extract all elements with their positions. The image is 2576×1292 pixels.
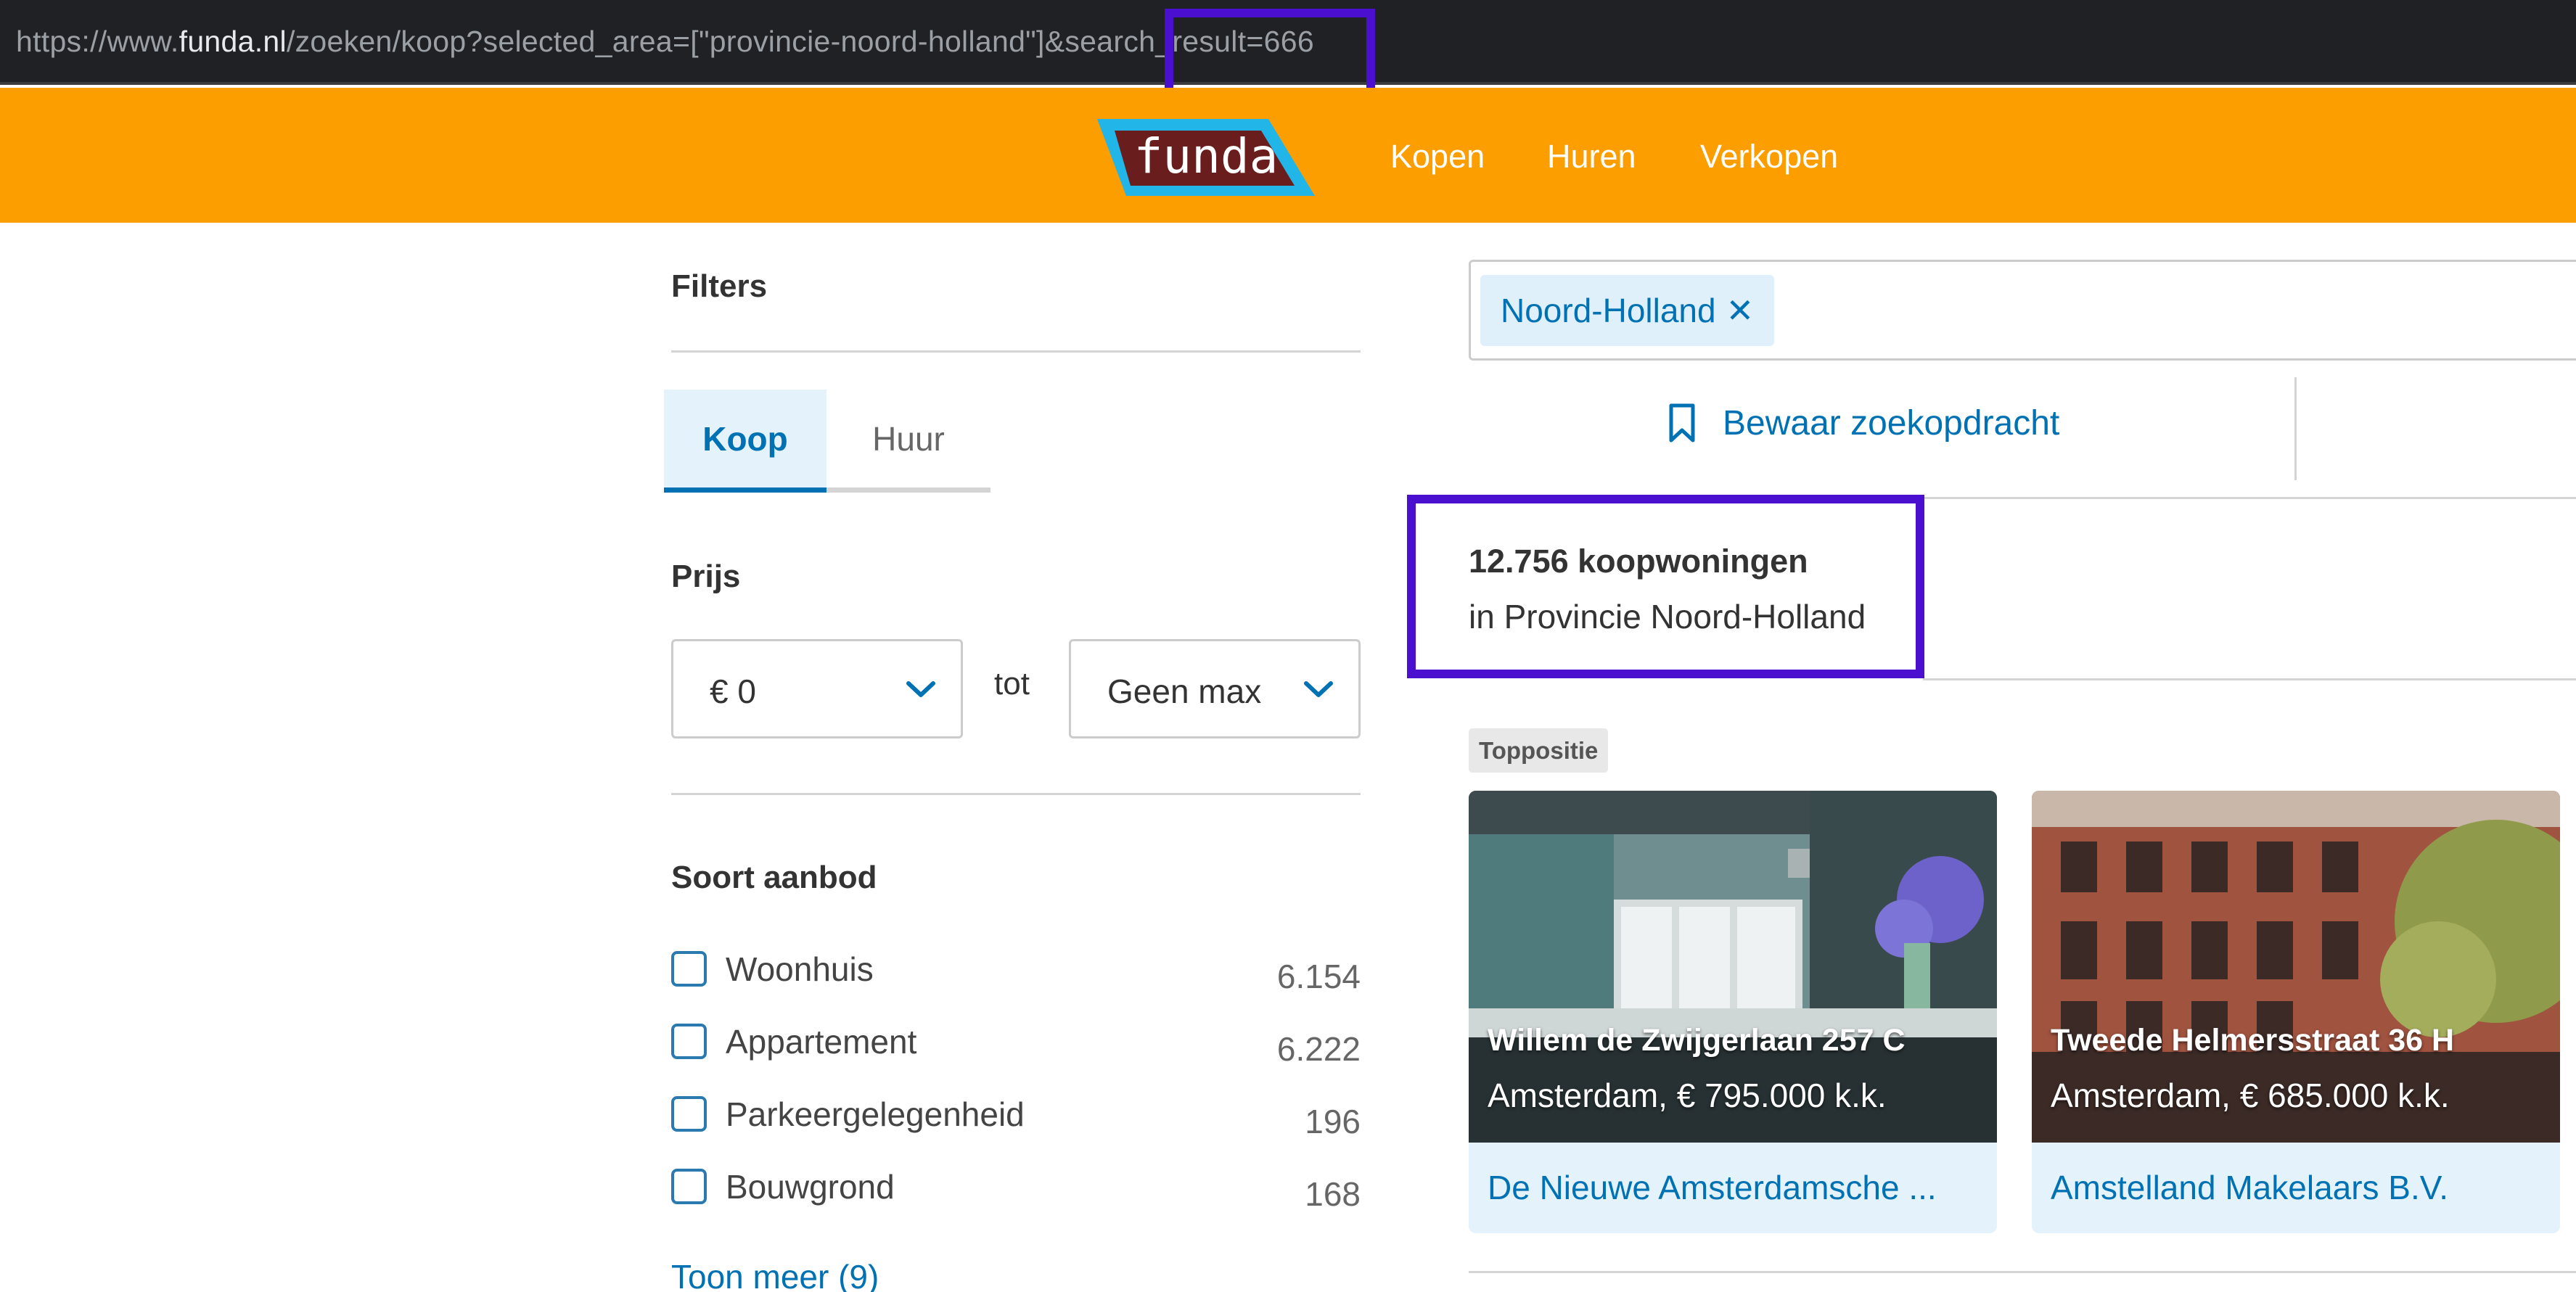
checkbox[interactable] xyxy=(671,951,707,987)
nav-verkopen[interactable]: Verkopen xyxy=(1700,138,1838,176)
price-max-select[interactable]: Geen max xyxy=(1069,639,1361,738)
chevron-down-icon xyxy=(906,681,935,697)
funda-logo[interactable]: funda xyxy=(1097,116,1328,197)
filter-option-parkeergelegenheid[interactable]: Parkeergelegenheid 196 xyxy=(671,1090,1361,1140)
filter-option-label: Woonhuis xyxy=(726,950,874,988)
divider xyxy=(1923,678,2576,680)
filter-option-label: Appartement xyxy=(726,1023,917,1061)
filter-option-appartement[interactable]: Appartement 6.222 xyxy=(671,1018,1361,1068)
chevron-down-icon xyxy=(1304,681,1333,697)
price-title: Prijs xyxy=(671,559,741,594)
filter-option-label: Bouwgrond xyxy=(726,1168,895,1206)
url-text[interactable]: https://www.funda.nl/zoeken/koop?selecte… xyxy=(16,25,1314,59)
listing-subtitle: Amsterdam, € 795.000 k.k. xyxy=(1488,1077,1887,1114)
filter-option-count: 6.222 xyxy=(1276,1030,1361,1068)
price-min-value: € 0 xyxy=(710,672,756,710)
filter-option-label: Parkeergelegenheid xyxy=(726,1095,1025,1133)
nav-huren[interactable]: Huren xyxy=(1547,138,1636,176)
close-icon[interactable]: ✕ xyxy=(1726,291,1755,330)
listing-agent-link[interactable]: Amstelland Makelaars B.V. xyxy=(2051,1168,2448,1207)
checkbox[interactable] xyxy=(671,1096,707,1132)
bookmark-icon xyxy=(1669,403,1695,443)
url-prefix: https://www. xyxy=(16,25,179,58)
filters-title: Filters xyxy=(671,268,768,304)
logo-text: funda xyxy=(1134,128,1279,184)
filter-option-count: 196 xyxy=(1305,1103,1361,1140)
tab-huur[interactable]: Huur xyxy=(826,390,990,493)
divider xyxy=(671,350,1361,353)
save-search-button[interactable]: Bewaar zoekopdracht xyxy=(1668,403,2059,443)
filter-option-count: 168 xyxy=(1305,1175,1361,1213)
tab-koop[interactable]: Koop xyxy=(664,390,826,493)
save-search-label: Bewaar zoekopdracht xyxy=(1723,403,2060,443)
checkbox[interactable] xyxy=(671,1024,707,1059)
search-chip-label: Noord-Holland xyxy=(1501,292,1716,329)
price-separator: tot xyxy=(994,666,1030,701)
promo-card[interactable]: Tweede Helmersstraat 36 H Amsterdam, € 6… xyxy=(2032,791,2560,1233)
divider xyxy=(2294,377,2297,480)
soort-aanbod-title: Soort aanbod xyxy=(671,860,877,895)
highlight-url-param xyxy=(1165,9,1375,99)
url-path: /zoeken/koop?selected_area=["provincie-n… xyxy=(286,25,1314,58)
filter-option-count: 6.154 xyxy=(1276,958,1361,995)
url-host: funda.nl xyxy=(179,25,287,58)
divider xyxy=(1469,1271,2576,1273)
listing-subtitle: Amsterdam, € 685.000 k.k. xyxy=(2051,1077,2450,1114)
promo-card[interactable]: Willem de Zwijgerlaan 257 C Amsterdam, €… xyxy=(1469,791,1997,1233)
price-max-value: Geen max xyxy=(1107,672,1262,710)
search-chip[interactable]: Noord-Holland ✕ xyxy=(1480,275,1775,346)
highlight-results xyxy=(1407,495,1924,678)
listing-title: Tweede Helmersstraat 36 H xyxy=(2051,1023,2455,1058)
show-more-link[interactable]: Toon meer (9) xyxy=(671,1257,879,1292)
divider xyxy=(671,793,1361,795)
toppositie-badge: Toppositie xyxy=(1469,728,1609,773)
checkbox[interactable] xyxy=(671,1169,707,1204)
listing-agent-link[interactable]: De Nieuwe Amsterdamsche ... xyxy=(1488,1168,1937,1207)
price-min-select[interactable]: € 0 xyxy=(671,639,963,738)
filter-option-bouwgrond[interactable]: Bouwgrond 168 xyxy=(671,1163,1361,1213)
nav-kopen[interactable]: Kopen xyxy=(1390,138,1485,176)
listing-title: Willem de Zwijgerlaan 257 C xyxy=(1488,1023,1906,1058)
filter-option-woonhuis[interactable]: Woonhuis 6.154 xyxy=(671,945,1361,995)
